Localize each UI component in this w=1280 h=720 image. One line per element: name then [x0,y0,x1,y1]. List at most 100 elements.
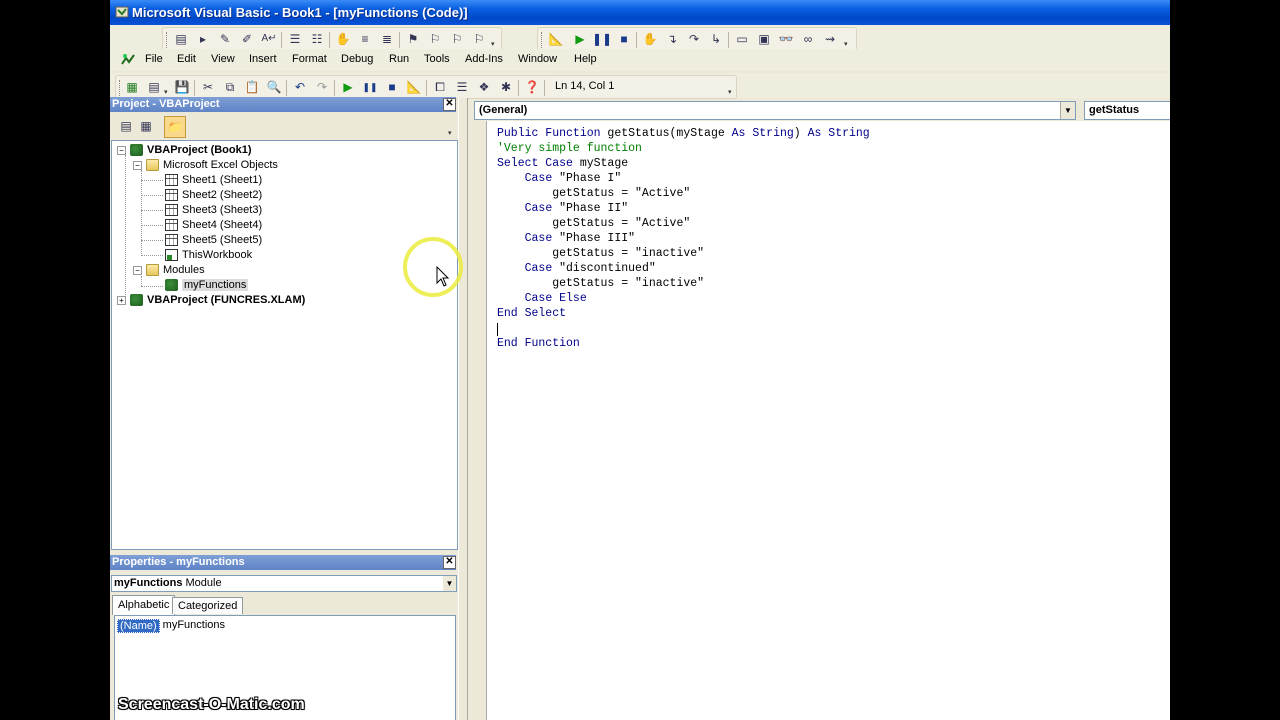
panel-scroll-icon[interactable]: ▾ [448,130,455,137]
quick-watch-icon[interactable]: ∞ [800,31,816,47]
tree-node-sheet5[interactable]: Sheet5 (Sheet5) [165,234,262,246]
comment-block-icon[interactable]: ≡ [357,31,373,47]
tree-node-vbaproject-funcres[interactable]: + VBAProject (FUNCRES.XLAM) [117,294,305,306]
pane-splitter[interactable] [458,98,468,720]
breakpoint-icon[interactable]: ✋ [642,31,658,47]
indent-icon[interactable]: ☰ [287,31,303,47]
menu-add-ins[interactable]: Add-Ins [465,53,503,65]
toggle-breakpoint-icon[interactable]: ✋ [335,31,351,47]
toggle-folders-icon[interactable]: 📁 [164,116,186,138]
previous-bookmark-icon[interactable]: ⚐ [449,31,465,47]
toolbar-options-icon[interactable]: ▾ [728,89,735,96]
reset-icon[interactable]: ■ [384,79,400,95]
toolbox-icon[interactable]: ✱ [498,79,514,95]
tree-node-myfunctions[interactable]: myFunctions [165,279,249,291]
view-object-icon[interactable]: ▦ [138,118,154,134]
parameter-info-icon[interactable]: ✐ [239,31,255,47]
tree-node-thisworkbook[interactable]: ThisWorkbook [165,249,252,261]
menu-tools[interactable]: Tools [424,53,450,65]
find-icon[interactable]: 🔍 [266,79,282,95]
break-icon[interactable]: ❚❚ [362,79,378,95]
toggle-bookmark-icon[interactable]: ⚑ [405,31,421,47]
immediate-window-icon[interactable]: ▣ [756,31,772,47]
collapse-icon[interactable]: − [133,160,142,170]
list-properties-icon[interactable]: ▤ [173,31,189,47]
help-icon[interactable]: ❓ [524,79,540,95]
cut-icon[interactable]: ✂ [200,79,216,95]
clear-bookmarks-icon[interactable]: ⚐ [471,31,487,47]
code-editor[interactable]: Public Function getStatus(myStage As Str… [487,121,1170,720]
insert-dropdown-icon[interactable]: ▾ [164,89,171,96]
properties-close-icon[interactable]: ✕ [443,556,456,569]
tree-node-modules[interactable]: − Modules [133,264,205,276]
run-icon[interactable]: ▶ [572,31,588,47]
tree-node-sheet3[interactable]: Sheet3 (Sheet3) [165,204,262,216]
complete-word-icon[interactable]: A↵ [261,31,277,47]
project-explorer-icon[interactable]: ⧠ [432,79,448,95]
code-line: End Function [497,337,580,350]
watch-window-icon[interactable]: 👓 [778,31,794,47]
tree-node-vbaproject-book1[interactable]: − VBAProject (Book1) [117,144,252,156]
redo-icon[interactable]: ↷ [314,79,330,95]
tree-node-excel-objects[interactable]: − Microsoft Excel Objects [133,159,278,171]
collapse-icon[interactable]: − [117,145,126,155]
step-out-icon[interactable]: ↳ [708,31,724,47]
view-code-icon[interactable]: ▤ [118,118,134,134]
vba-menu-icon[interactable] [120,52,136,68]
object-combo[interactable]: (General) ▼ [474,101,1076,120]
outdent-icon[interactable]: ☷ [309,31,325,47]
menu-window[interactable]: Window [518,53,557,65]
step-into-icon[interactable]: ↴ [664,31,680,47]
chevron-down-icon[interactable]: ▼ [443,576,456,591]
toolbar-options-icon[interactable]: ▾ [844,41,851,48]
menu-help[interactable]: Help [574,53,597,65]
next-bookmark-icon[interactable]: ⚐ [427,31,443,47]
paste-icon[interactable]: 📋 [244,79,260,95]
reset-icon[interactable]: ■ [616,31,632,47]
text-caret [497,323,498,336]
design-mode-icon[interactable]: 📐 [548,31,564,47]
chevron-down-icon[interactable]: ▼ [1060,102,1075,119]
project-explorer-close-icon[interactable]: ✕ [443,98,456,111]
save-icon[interactable]: 💾 [174,79,190,95]
toolbar-options-icon[interactable]: ▾ [491,41,498,48]
property-row-name[interactable]: (Name) myFunctions [117,619,225,633]
code-line: Case Else [524,292,587,305]
menu-file[interactable]: File [145,53,163,65]
tree-node-sheet2[interactable]: Sheet2 (Sheet2) [165,189,262,201]
menu-debug[interactable]: Debug [341,53,373,65]
object-browser-icon[interactable]: ❖ [476,79,492,95]
view-excel-icon[interactable]: ▦ [124,79,140,95]
tree-node-sheet4[interactable]: Sheet4 (Sheet4) [165,219,262,231]
vba-app-icon[interactable] [115,5,129,19]
undo-icon[interactable]: ↶ [292,79,308,95]
code-margin-indicator-bar[interactable] [468,121,487,720]
tab-categorized[interactable]: Categorized [172,597,244,614]
tree-node-sheet1[interactable]: Sheet1 (Sheet1) [165,174,262,186]
tab-alphabetic[interactable]: Alphabetic [112,595,176,615]
collapse-icon[interactable]: − [133,265,142,275]
list-constants-icon[interactable]: ▸ [195,31,211,47]
uncomment-block-icon[interactable]: ≣ [379,31,395,47]
worksheet-icon [165,219,178,231]
menu-view[interactable]: View [211,53,235,65]
call-stack-icon[interactable]: ⇝ [822,31,838,47]
menu-run[interactable]: Run [389,53,409,65]
insert-module-icon[interactable]: ▤ [146,79,162,95]
copy-icon[interactable]: ⧉ [222,79,238,95]
properties-window-icon[interactable]: ☰ [454,79,470,95]
menu-insert[interactable]: Insert [249,53,277,65]
properties-object-combo[interactable]: myFunctions Module ▼ [111,575,457,592]
menu-edit[interactable]: Edit [177,53,196,65]
run-sub-icon[interactable]: ▶ [340,79,356,95]
procedure-combo[interactable]: getStatus [1084,101,1170,120]
expand-icon[interactable]: + [117,295,126,305]
workbook-icon [165,249,178,261]
menu-format[interactable]: Format [292,53,327,65]
property-value[interactable]: myFunctions [163,619,225,633]
quick-info-icon[interactable]: ✎ [217,31,233,47]
design-mode-icon[interactable]: 📐 [406,79,422,95]
step-over-icon[interactable]: ↷ [686,31,702,47]
locals-window-icon[interactable]: ▭ [734,31,750,47]
break-icon[interactable]: ❚❚ [592,31,612,47]
